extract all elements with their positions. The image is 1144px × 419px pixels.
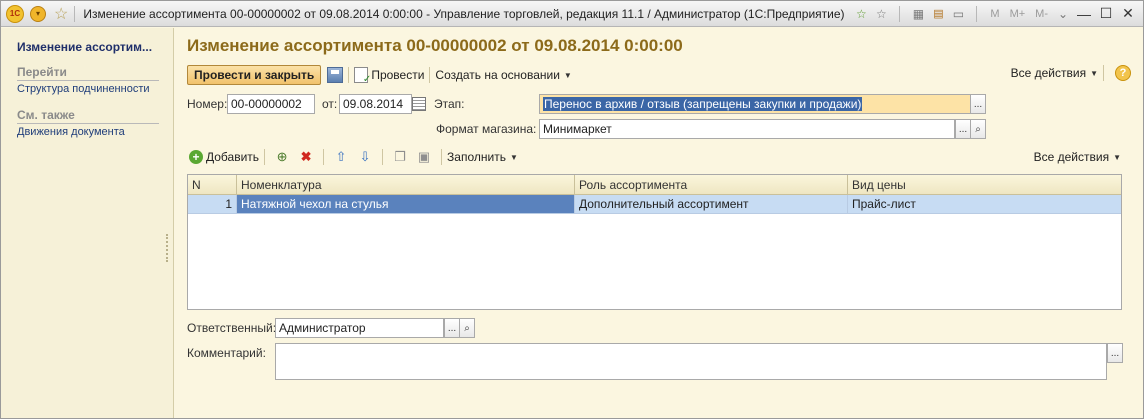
sidebar-group-see-also: См. также xyxy=(17,108,159,124)
stage-field[interactable]: Перенос в архив / отзыв (запрещены закуп… xyxy=(539,94,971,114)
post-and-close-button[interactable]: Провести и закрыть xyxy=(187,65,322,85)
cell-n[interactable]: 1 xyxy=(188,195,237,213)
memory-m-button[interactable]: M xyxy=(990,8,999,20)
comment-field[interactable] xyxy=(275,343,1107,380)
stage-select-button[interactable]: ... xyxy=(970,94,986,114)
toolbar-separator-2 xyxy=(429,67,431,83)
search-icon[interactable]: ⌕ xyxy=(970,119,986,139)
sidebar-link-structure[interactable]: Структура подчиненности xyxy=(17,83,150,95)
help-icon[interactable]: ? xyxy=(1115,65,1131,81)
maximize-button[interactable]: ☐ xyxy=(1097,5,1115,22)
title-separator-3 xyxy=(976,5,978,22)
chevron-down-icon: ▼ xyxy=(1090,68,1098,78)
responsible-label: Ответственный: xyxy=(187,321,277,335)
navigation-sidebar: Изменение ассортим... Перейти Структура … xyxy=(1,28,174,418)
chevron-down-icon: ▼ xyxy=(563,70,572,80)
chevron-down-icon: ▼ xyxy=(509,152,518,162)
add-favorite-icon[interactable]: ☆ xyxy=(853,6,869,22)
copy-row-icon[interactable]: ⊕ xyxy=(274,149,290,165)
table-toolbar: + Добавить ⊕ ✖ ⇧ ⇩ ❐ ▣ Заполнить ▼ Все д… xyxy=(189,148,1121,166)
title-bar-tools: ☆ ☆ ▦ ▤ ▭ M M+ M- ⌄ — ☐ ✕ xyxy=(853,5,1137,22)
page-title: Изменение ассортимента 00-00000002 от 09… xyxy=(187,36,683,55)
table-toolbar-separator-4 xyxy=(441,149,443,165)
title-separator-2 xyxy=(899,5,901,22)
calendar-icon[interactable]: ▤ xyxy=(930,6,946,22)
title-separator xyxy=(74,5,76,22)
column-header-n[interactable]: N xyxy=(188,175,237,194)
cell-nomenclature[interactable]: Натяжной чехол на стулья xyxy=(237,195,575,213)
main-menu-icon[interactable]: ▾ xyxy=(30,5,46,22)
clipboard-icon[interactable]: ▭ xyxy=(950,6,966,22)
stage-value: Перенос в архив / отзыв (запрещены закуп… xyxy=(543,97,863,111)
toolbar-separator xyxy=(348,67,350,83)
window-title: Изменение ассортимента 00-00000002 от 09… xyxy=(83,6,845,21)
chevron-down-icon[interactable]: ⌄ xyxy=(1055,6,1071,22)
favorite-star-icon[interactable]: ☆ xyxy=(54,4,68,24)
table-header: N Номенклатура Роль ассортимента Вид цен… xyxy=(188,175,1121,195)
assortment-table[interactable]: N Номенклатура Роль ассортимента Вид цен… xyxy=(187,174,1122,310)
date-label: от: xyxy=(322,97,338,111)
store-format-select-button[interactable]: ... xyxy=(955,119,971,139)
column-header-price-type[interactable]: Вид цены xyxy=(848,175,1121,194)
chevron-down-icon: ▼ xyxy=(1113,152,1121,162)
minimize-button[interactable]: — xyxy=(1075,6,1093,22)
store-format-label: Формат магазина: xyxy=(436,122,537,136)
app-window: 1С ▾ ☆ Изменение ассортимента 00-0000000… xyxy=(0,0,1144,419)
favorites-icon[interactable]: ☆ xyxy=(873,6,889,22)
number-label: Номер: xyxy=(187,97,228,111)
memory-m-plus-button[interactable]: M+ xyxy=(1010,8,1026,20)
comment-edit-button[interactable]: ... xyxy=(1107,343,1123,363)
search-icon[interactable]: ⌕ xyxy=(459,318,475,338)
date-field[interactable]: 09.08.2014 xyxy=(339,94,412,114)
add-row-button[interactable]: Добавить xyxy=(206,150,259,164)
calendar-icon[interactable] xyxy=(412,97,426,111)
paste-icon[interactable]: ▣ xyxy=(416,149,432,165)
table-toolbar-separator-2 xyxy=(323,149,325,165)
column-header-nomenclature[interactable]: Номенклатура xyxy=(237,175,575,194)
table-all-actions-button[interactable]: Все действия xyxy=(1034,150,1109,164)
delete-row-icon[interactable]: ✖ xyxy=(298,149,314,165)
cell-role[interactable]: Дополнительный ассортимент xyxy=(575,195,848,213)
toolbar-separator-3 xyxy=(1103,65,1104,81)
fill-button[interactable]: Заполнить xyxy=(447,150,506,164)
table-toolbar-separator xyxy=(264,149,266,165)
save-icon[interactable] xyxy=(327,67,344,83)
stage-label: Этап: xyxy=(434,97,465,111)
move-up-icon[interactable]: ⇧ xyxy=(333,149,349,165)
number-field[interactable]: 00-00000002 xyxy=(227,94,315,114)
document-form: Изменение ассортимента 00-00000002 от 09… xyxy=(175,28,1143,418)
sidebar-link-movements[interactable]: Движения документа xyxy=(17,126,125,138)
responsible-field[interactable]: Администратор xyxy=(275,318,444,338)
post-document-icon xyxy=(354,67,371,85)
post-button[interactable]: Провести xyxy=(371,68,424,82)
all-actions-button[interactable]: Все действия xyxy=(1011,66,1086,80)
sidebar-group-goto: Перейти xyxy=(17,65,159,81)
responsible-select-button[interactable]: ... xyxy=(444,318,460,338)
sidebar-title[interactable]: Изменение ассортим... xyxy=(17,40,152,54)
table-toolbar-separator-3 xyxy=(382,149,384,165)
calculator-icon[interactable]: ▦ xyxy=(910,6,926,22)
table-row[interactable]: 1 Натяжной чехол на стулья Дополнительны… xyxy=(188,195,1121,214)
store-format-field[interactable]: Минимаркет xyxy=(539,119,955,139)
app-logo-icon[interactable]: 1С xyxy=(6,4,24,23)
title-bar: 1С ▾ ☆ Изменение ассортимента 00-0000000… xyxy=(1,1,1143,27)
add-icon: + xyxy=(189,150,203,164)
splitter-handle[interactable] xyxy=(166,234,170,262)
move-down-icon[interactable]: ⇩ xyxy=(357,149,373,165)
cell-price-type[interactable]: Прайс-лист xyxy=(848,195,1121,213)
form-toolbar: Провести и закрыть Провести Создать на о… xyxy=(187,65,1131,85)
column-header-role[interactable]: Роль ассортимента xyxy=(575,175,848,194)
memory-m-minus-button[interactable]: M- xyxy=(1035,8,1048,20)
copy-icon[interactable]: ❐ xyxy=(392,149,408,165)
close-button[interactable]: ✕ xyxy=(1119,5,1137,22)
toolbar-right: Все действия ▼ ? xyxy=(1011,65,1131,81)
comment-label: Комментарий: xyxy=(187,346,266,360)
create-based-on-button[interactable]: Создать на основании xyxy=(435,68,560,82)
